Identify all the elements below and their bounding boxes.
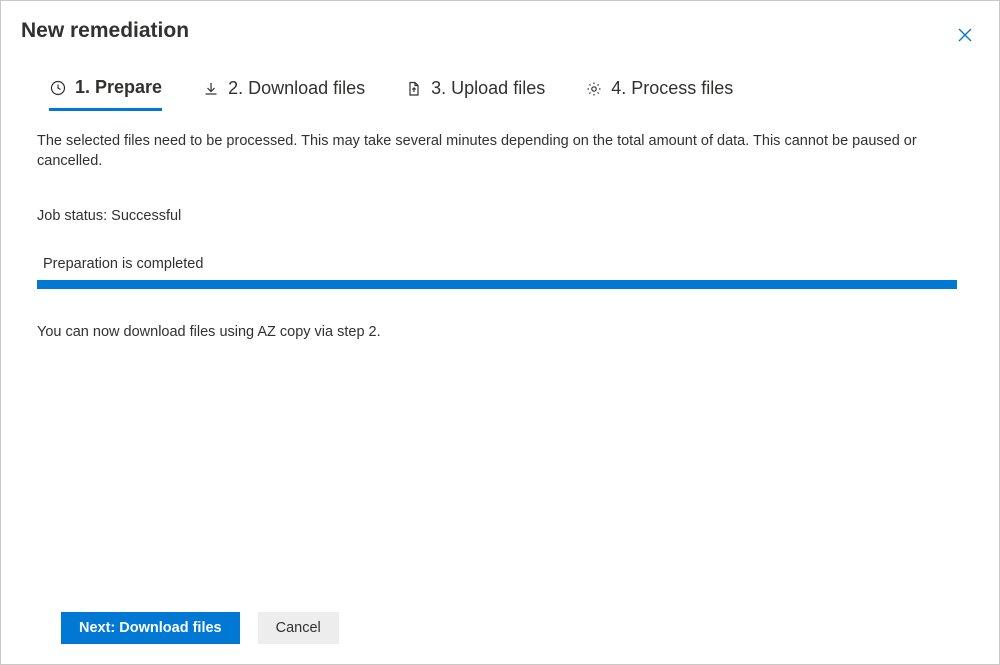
dialog-header: New remediation — [1, 1, 999, 49]
wizard-tabs: 1. Prepare 2. Download files — [1, 49, 999, 110]
tab-prepare[interactable]: 1. Prepare — [49, 77, 162, 111]
progress-bar — [37, 280, 957, 289]
step-hint: You can now download files using AZ copy… — [37, 323, 963, 343]
step-description: The selected files need to be processed.… — [37, 132, 947, 171]
wizard-step-content: The selected files need to be processed.… — [1, 110, 999, 664]
tab-upload-label: 3. Upload files — [431, 78, 545, 99]
dialog-footer: Next: Download files Cancel — [1, 612, 339, 664]
tab-process-label: 4. Process files — [611, 78, 733, 99]
dialog-title: New remediation — [21, 19, 189, 43]
cancel-button[interactable]: Cancel — [258, 612, 339, 644]
progress-label: Preparation is completed — [37, 255, 963, 281]
tab-process-files[interactable]: 4. Process files — [585, 77, 733, 110]
clock-icon — [49, 79, 67, 97]
job-status-text: Job status: Successful — [37, 207, 963, 227]
close-button[interactable] — [953, 25, 977, 49]
tab-prepare-label: 1. Prepare — [75, 77, 162, 98]
tab-upload-files[interactable]: 3. Upload files — [405, 77, 545, 110]
tab-download-files[interactable]: 2. Download files — [202, 77, 365, 110]
close-icon — [958, 28, 972, 47]
file-upload-icon — [405, 80, 423, 98]
dialog-new-remediation: New remediation 1. Prepare — [0, 0, 1000, 665]
next-button[interactable]: Next: Download files — [61, 612, 240, 644]
tab-download-label: 2. Download files — [228, 78, 365, 99]
gear-icon — [585, 80, 603, 98]
download-icon — [202, 80, 220, 98]
